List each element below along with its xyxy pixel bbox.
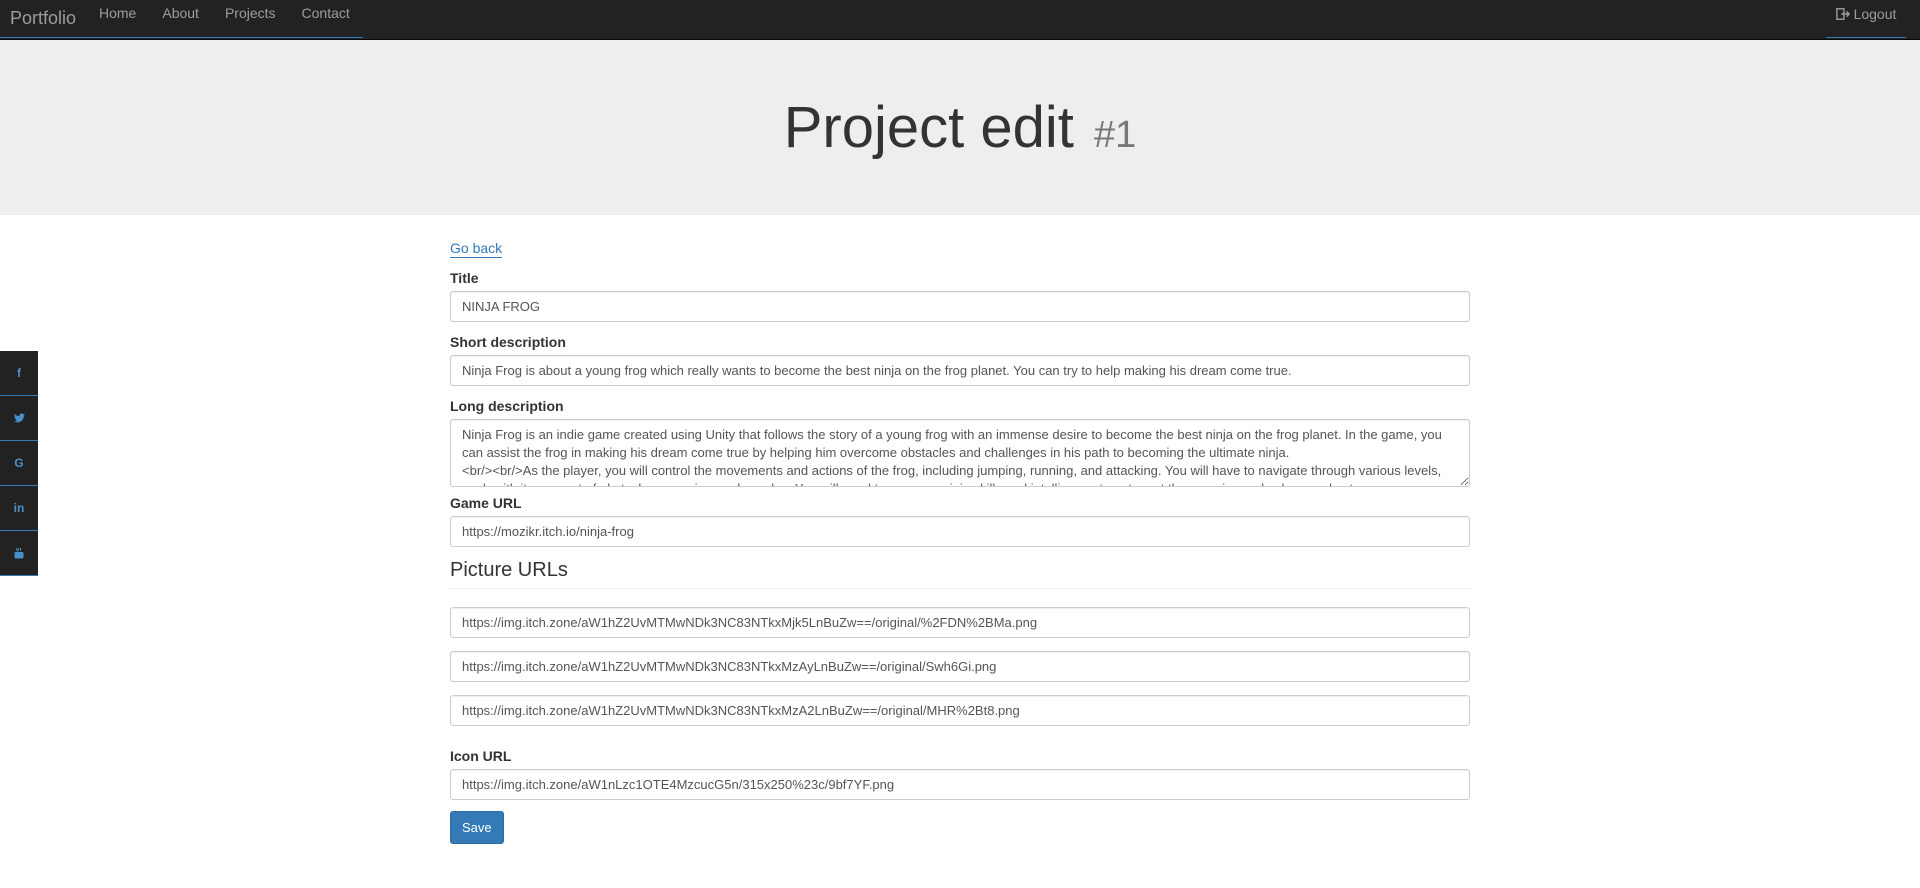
twitter-bird-glyph	[13, 413, 25, 423]
nav-links: Home About Projects Contact	[86, 0, 363, 38]
title-label: Title	[450, 270, 479, 286]
social-sidebar: f G in	[0, 351, 38, 576]
short-description-label: Short description	[450, 334, 566, 350]
nav-projects[interactable]: Projects	[212, 0, 289, 26]
logout-link[interactable]: Logout	[1826, 0, 1906, 28]
save-button[interactable]: Save	[450, 811, 504, 844]
nav-about[interactable]: About	[149, 0, 212, 26]
long-description-label: Long description	[450, 398, 564, 414]
game-url-input[interactable]	[450, 516, 1470, 547]
project-id: #1	[1094, 114, 1137, 156]
title-input[interactable]	[450, 291, 1470, 322]
linkedin-icon[interactable]: in	[0, 486, 38, 531]
logout-icon	[1835, 8, 1850, 20]
page-title: Project edit #1	[784, 94, 1137, 161]
youtube-glyph	[14, 547, 24, 558]
nav-contact[interactable]: Contact	[289, 0, 363, 26]
icon-url-input[interactable]	[450, 769, 1470, 800]
google-icon[interactable]: G	[0, 441, 38, 486]
go-back-link[interactable]: Go back	[450, 240, 503, 258]
game-url-label: Game URL	[450, 495, 522, 511]
jumbotron: Project edit #1	[0, 40, 1920, 215]
icon-url-label: Icon URL	[450, 748, 512, 764]
long-description-textarea[interactable]: Ninja Frog is an indie game created usin…	[450, 419, 1470, 487]
youtube-icon[interactable]	[0, 531, 38, 576]
picture-url-input-3[interactable]	[450, 695, 1470, 726]
picture-urls-heading: Picture URLs	[450, 559, 1470, 589]
picture-url-input-2[interactable]	[450, 651, 1470, 682]
short-description-input[interactable]	[450, 355, 1470, 386]
logout-label: Logout	[1853, 6, 1897, 22]
picture-url-input-1[interactable]	[450, 607, 1470, 638]
twitter-icon[interactable]	[0, 396, 38, 441]
facebook-icon[interactable]: f	[0, 351, 38, 396]
page-title-text: Project edit	[783, 95, 1074, 160]
nav-home[interactable]: Home	[86, 0, 149, 26]
navbar: Portfolio Home About Projects Contact Lo…	[0, 0, 1920, 40]
nav-right: Logout	[1826, 0, 1906, 38]
edit-form: Go back Title Short description Long des…	[450, 240, 1470, 844]
brand-link[interactable]: Portfolio	[0, 0, 86, 38]
